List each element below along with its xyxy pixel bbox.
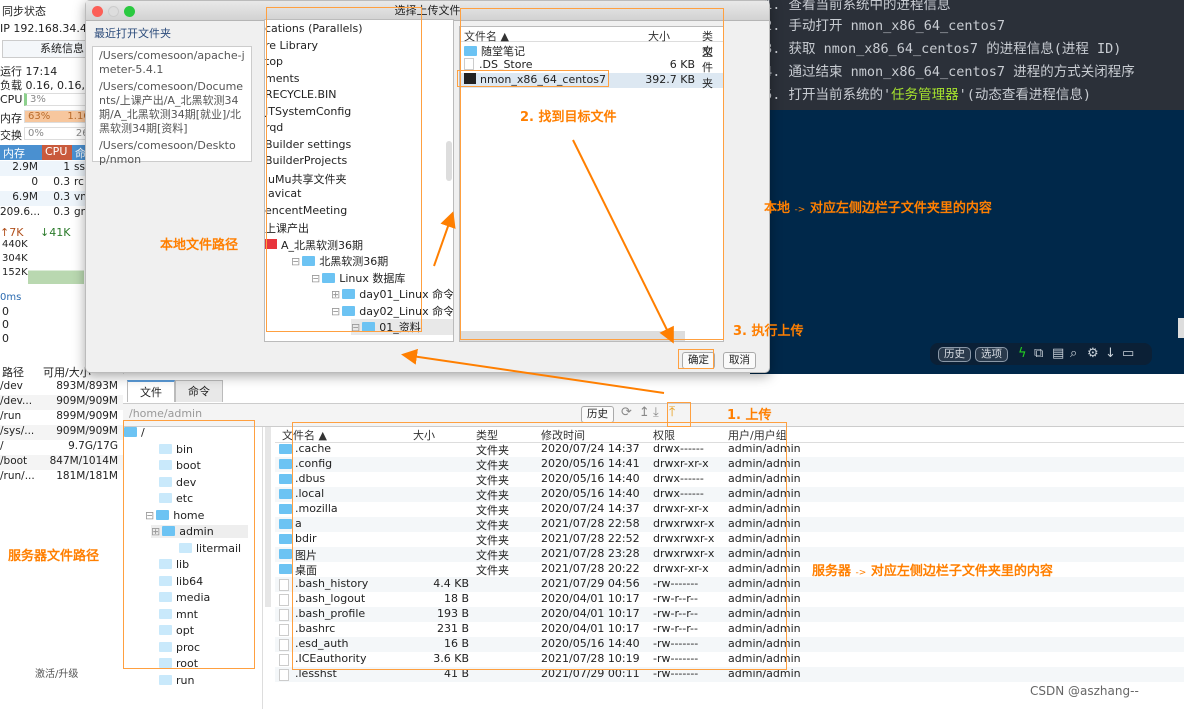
csdn-credit: CSDN @aszhang-- xyxy=(1030,684,1139,698)
arrow-to-files xyxy=(433,211,456,267)
arrow-to-dialog xyxy=(401,348,665,394)
annotation-arrows xyxy=(401,139,674,394)
arrow-to-ok xyxy=(572,139,674,344)
